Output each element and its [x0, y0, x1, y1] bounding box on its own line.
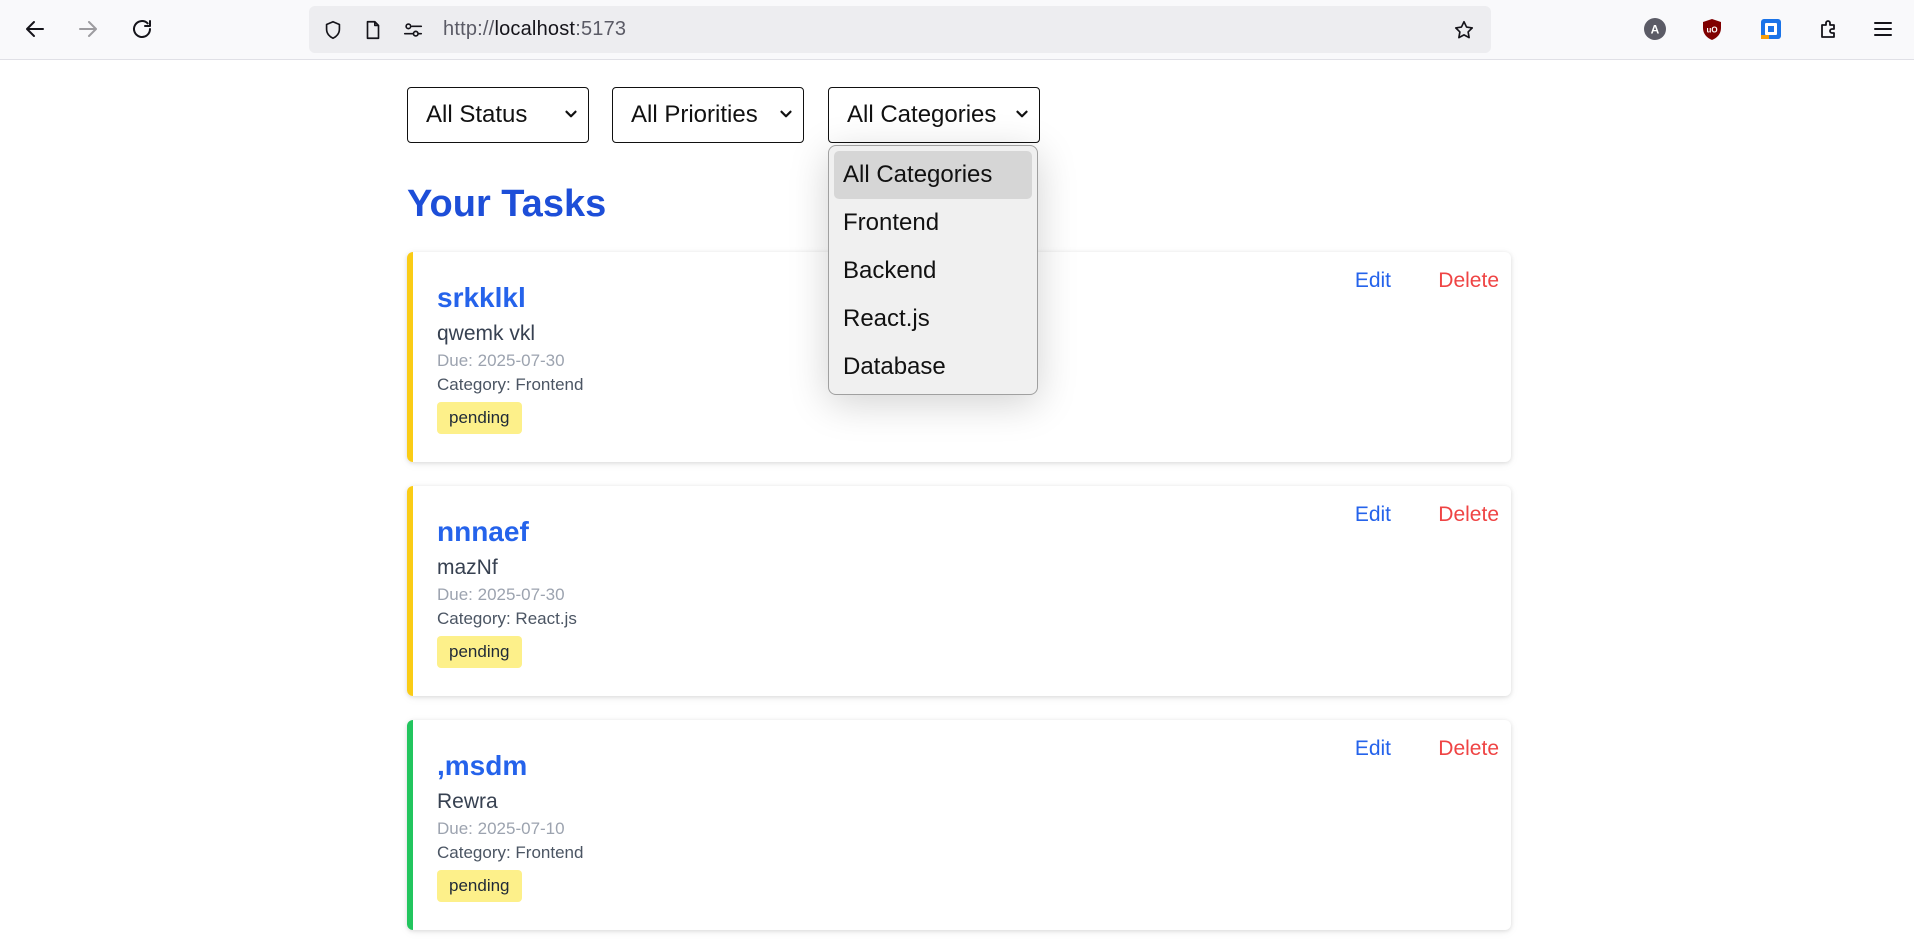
task-category: Category: React.js [437, 609, 577, 628]
url-text[interactable]: http://localhost:5173 [443, 18, 626, 41]
priority-accent-bar [407, 720, 413, 930]
bookmark-star-icon[interactable] [1451, 17, 1477, 43]
task-description: mazNf [437, 556, 498, 579]
task-title: ,msdm [437, 750, 528, 781]
permissions-icon[interactable] [400, 17, 426, 43]
priority-accent-bar [407, 486, 413, 696]
url-port: :5173 [575, 18, 627, 40]
priority-filter-select[interactable]: All Priorities [612, 87, 804, 143]
extension-app-icon[interactable] [1754, 12, 1788, 46]
dropdown-option-backend[interactable]: Backend [834, 247, 1032, 295]
task-description: qwemk vkl [437, 322, 536, 345]
forward-arrow-icon[interactable] [71, 12, 105, 46]
task-title: srkklkl [437, 282, 526, 313]
url-scheme: http:// [443, 18, 495, 40]
task-category: Category: Frontend [437, 843, 584, 862]
task-due-date: Due: 2025-07-30 [437, 585, 565, 604]
dropdown-option-database[interactable]: Database [834, 343, 1032, 391]
category-dropdown-list: All Categories Frontend Backend React.js… [828, 145, 1038, 395]
shield-icon[interactable] [320, 17, 346, 43]
edit-button[interactable]: Edit [1355, 269, 1391, 293]
delete-button[interactable]: Delete [1438, 269, 1499, 293]
page-icon[interactable] [360, 17, 386, 43]
delete-button[interactable]: Delete [1438, 503, 1499, 527]
address-bar[interactable]: http://localhost:5173 [309, 6, 1491, 53]
browser-toolbar: http://localhost:5173 A uO [0, 0, 1914, 60]
chevron-down-icon [565, 110, 577, 118]
chevron-down-icon [780, 110, 792, 118]
dropdown-option-reactjs[interactable]: React.js [834, 295, 1032, 343]
priority-filter-value: All Priorities [631, 101, 758, 128]
edit-button[interactable]: Edit [1355, 503, 1391, 527]
task-card: nnnaef mazNf Due: 2025-07-30 Category: R… [407, 486, 1511, 696]
status-badge: pending [437, 870, 522, 902]
task-due-date: Due: 2025-07-10 [437, 819, 565, 838]
reload-icon[interactable] [125, 12, 159, 46]
menu-icon[interactable] [1866, 12, 1900, 46]
task-card: ,msdm Rewra Due: 2025-07-10 Category: Fr… [407, 720, 1511, 930]
status-filter-value: All Status [426, 101, 528, 128]
status-badge: pending [437, 402, 522, 434]
delete-button[interactable]: Delete [1438, 737, 1499, 761]
status-filter-select[interactable]: All Status [407, 87, 589, 143]
ublock-origin-icon[interactable]: uO [1695, 12, 1729, 46]
task-description: Rewra [437, 790, 498, 813]
dropdown-option-all-categories[interactable]: All Categories [834, 151, 1032, 199]
category-filter-value: All Categories [847, 101, 997, 128]
task-category: Category: Frontend [437, 375, 584, 394]
svg-text:uO: uO [1706, 26, 1717, 35]
avatar-initial: A [1651, 23, 1660, 37]
dropdown-option-frontend[interactable]: Frontend [834, 199, 1032, 247]
page-title: Your Tasks [407, 183, 607, 225]
url-host: localhost [494, 18, 576, 40]
category-filter-select[interactable]: All Categories [828, 87, 1040, 143]
priority-accent-bar [407, 252, 413, 462]
account-avatar-icon[interactable]: A [1638, 12, 1672, 46]
back-arrow-icon[interactable] [18, 12, 52, 46]
edit-button[interactable]: Edit [1355, 737, 1391, 761]
task-due-date: Due: 2025-07-30 [437, 351, 565, 370]
extensions-puzzle-icon[interactable] [1812, 12, 1846, 46]
chevron-down-icon [1016, 110, 1028, 118]
task-title: nnnaef [437, 516, 529, 547]
status-badge: pending [437, 636, 522, 668]
